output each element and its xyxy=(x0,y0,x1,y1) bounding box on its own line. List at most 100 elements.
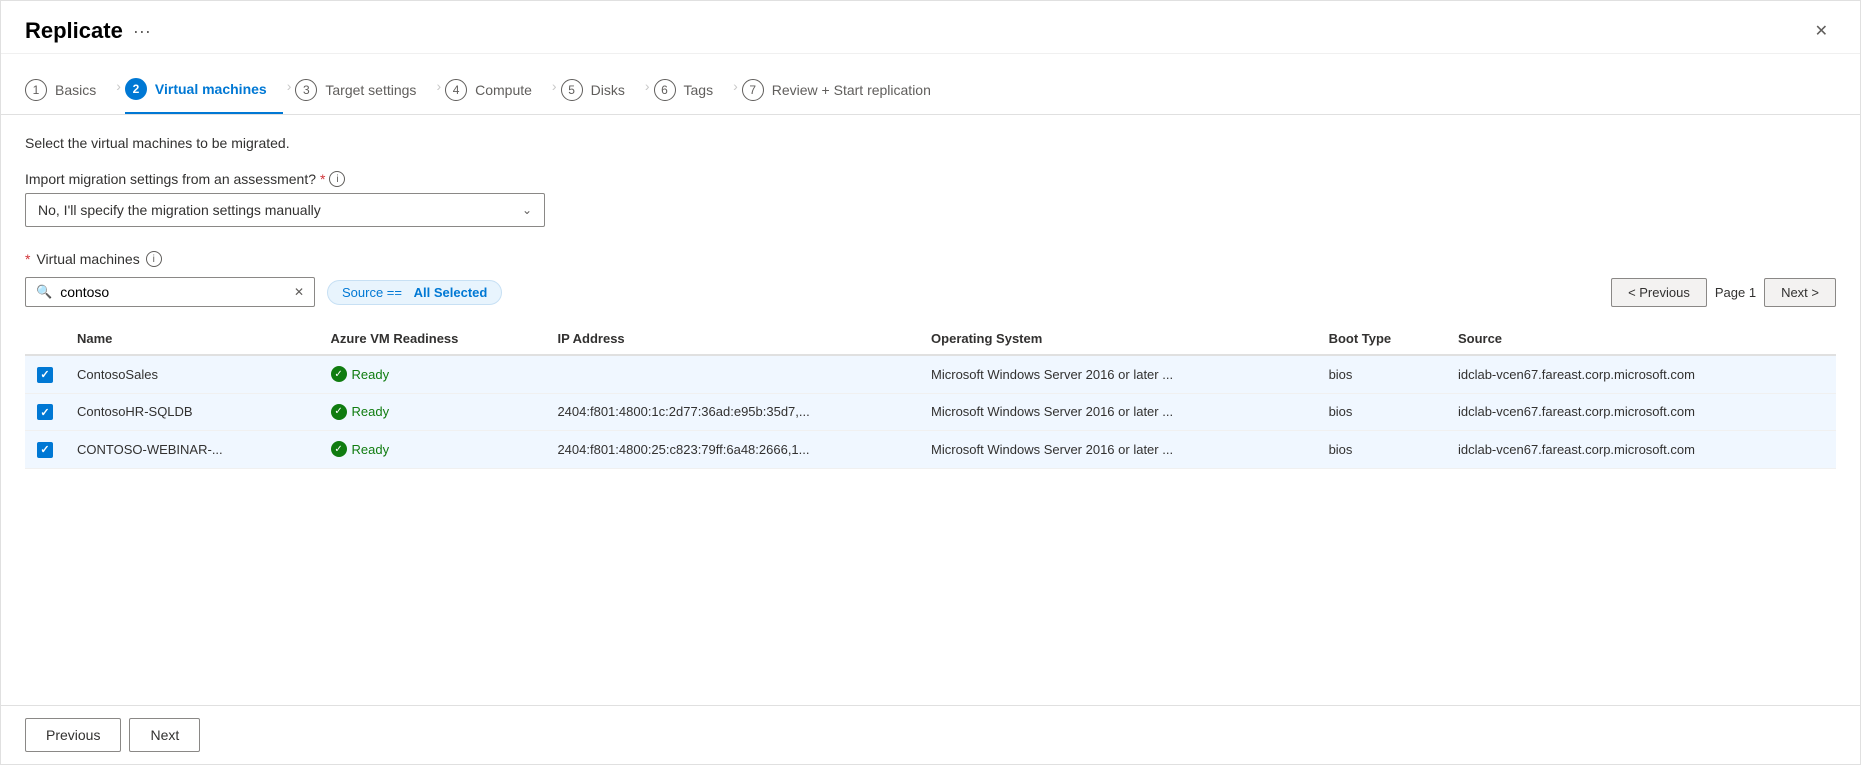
vm-checkbox[interactable] xyxy=(37,442,53,458)
search-clear-icon[interactable]: ✕ xyxy=(294,285,304,299)
step-sep-4: › xyxy=(552,78,557,106)
step-label-vm: Virtual machines xyxy=(155,81,267,97)
previous-page-button[interactable]: < Previous xyxy=(1611,278,1707,307)
row-ip: 2404:f801:4800:25:c823:79ff:6a48:2666,1.… xyxy=(545,431,919,469)
step-label-tags: Tags xyxy=(684,82,714,98)
page-subtitle: Select the virtual machines to be migrat… xyxy=(25,135,1836,151)
row-ip xyxy=(545,355,919,393)
row-name: ContosoHR-SQLDB xyxy=(65,393,319,431)
row-source: idclab-vcen67.fareast.corp.microsoft.com xyxy=(1446,393,1836,431)
table-col-name: Name xyxy=(65,323,319,355)
table-col-ip: IP Address xyxy=(545,323,919,355)
row-boot-type: bios xyxy=(1317,431,1446,469)
table-body: ContosoSales ✓ Ready Microsoft Windows S… xyxy=(25,355,1836,468)
filter-value: All Selected xyxy=(414,285,488,300)
table-header: Name Azure VM Readiness IP Address Opera… xyxy=(25,323,1836,355)
assessment-required-star: * xyxy=(320,171,325,187)
filter-prefix: Source == xyxy=(342,285,402,300)
more-options-icon[interactable]: ··· xyxy=(133,21,151,42)
source-filter-badge[interactable]: Source == All Selected xyxy=(327,280,502,305)
vm-section-title: Virtual machines xyxy=(36,251,139,267)
step-label-disks: Disks xyxy=(591,82,625,98)
footer: Previous Next xyxy=(1,705,1860,764)
vm-checkbox[interactable] xyxy=(37,404,53,420)
row-os: Microsoft Windows Server 2016 or later .… xyxy=(919,393,1317,431)
step-virtual-machines[interactable]: 2 Virtual machines xyxy=(125,70,283,114)
ready-icon: ✓ xyxy=(331,441,347,457)
step-circle-7: 7 xyxy=(742,79,764,101)
row-readiness: ✓ Ready xyxy=(319,355,546,393)
row-checkbox-cell[interactable] xyxy=(25,355,65,393)
table-col-readiness: Azure VM Readiness xyxy=(319,323,546,355)
page-title: Replicate xyxy=(25,18,123,44)
assessment-label-text: Import migration settings from an assess… xyxy=(25,171,316,187)
assessment-dropdown[interactable]: No, I'll specify the migration settings … xyxy=(25,193,545,227)
search-input[interactable] xyxy=(60,284,286,300)
close-button[interactable]: ✕ xyxy=(1807,17,1836,45)
assessment-dropdown-value: No, I'll specify the migration settings … xyxy=(38,202,321,218)
step-label-basics: Basics xyxy=(55,82,96,98)
step-circle-4: 4 xyxy=(445,79,467,101)
step-circle-2: 2 xyxy=(125,78,147,100)
step-circle-5: 5 xyxy=(561,79,583,101)
ready-icon: ✓ xyxy=(331,366,347,382)
pagination-section: < Previous Page 1 Next > xyxy=(1611,278,1836,307)
step-sep-3: › xyxy=(436,78,441,106)
ready-icon: ✓ xyxy=(331,404,347,420)
vm-section-label-row: * Virtual machines i xyxy=(25,251,1836,267)
vm-table: Name Azure VM Readiness IP Address Opera… xyxy=(25,323,1836,469)
step-disks[interactable]: 5 Disks xyxy=(561,71,641,113)
vm-required-star: * xyxy=(25,251,30,267)
vm-checkbox[interactable] xyxy=(37,367,53,383)
step-review[interactable]: 7 Review + Start replication xyxy=(742,71,947,113)
table-header-checkbox xyxy=(25,323,65,355)
step-compute[interactable]: 4 Compute xyxy=(445,71,548,113)
step-target-settings[interactable]: 3 Target settings xyxy=(295,71,432,113)
row-readiness: ✓ Ready xyxy=(319,431,546,469)
row-boot-type: bios xyxy=(1317,355,1446,393)
row-os: Microsoft Windows Server 2016 or later .… xyxy=(919,355,1317,393)
table-row[interactable]: ContosoHR-SQLDB ✓ Ready 2404:f801:4800:1… xyxy=(25,393,1836,431)
assessment-info-icon[interactable]: i xyxy=(329,171,345,187)
table-row[interactable]: ContosoSales ✓ Ready Microsoft Windows S… xyxy=(25,355,1836,393)
next-button[interactable]: Next xyxy=(129,718,200,752)
vm-info-icon[interactable]: i xyxy=(146,251,162,267)
search-filter-row: 🔍 ✕ Source == All Selected < Previous Pa… xyxy=(25,277,1836,307)
step-circle-1: 1 xyxy=(25,79,47,101)
step-label-review: Review + Start replication xyxy=(772,82,931,98)
chevron-down-icon: ⌄ xyxy=(522,203,532,217)
row-readiness: ✓ Ready xyxy=(319,393,546,431)
step-label-compute: Compute xyxy=(475,82,532,98)
search-icon: 🔍 xyxy=(36,284,52,300)
assessment-field-label: Import migration settings from an assess… xyxy=(25,171,1836,187)
table-row[interactable]: CONTOSO-WEBINAR-... ✓ Ready 2404:f801:48… xyxy=(25,431,1836,469)
next-page-button[interactable]: Next > xyxy=(1764,278,1836,307)
row-name: ContosoSales xyxy=(65,355,319,393)
row-source: idclab-vcen67.fareast.corp.microsoft.com xyxy=(1446,355,1836,393)
step-sep-2: › xyxy=(287,78,292,106)
search-box[interactable]: 🔍 ✕ xyxy=(25,277,315,307)
step-label-target: Target settings xyxy=(325,82,416,98)
row-checkbox-cell[interactable] xyxy=(25,431,65,469)
step-sep-5: › xyxy=(645,78,650,106)
step-sep-1: › xyxy=(116,78,121,106)
row-source: idclab-vcen67.fareast.corp.microsoft.com xyxy=(1446,431,1836,469)
step-basics[interactable]: 1 Basics xyxy=(25,71,112,113)
table-col-os: Operating System xyxy=(919,323,1317,355)
readiness-text: Ready xyxy=(352,442,390,457)
readiness-text: Ready xyxy=(352,367,390,382)
step-circle-3: 3 xyxy=(295,79,317,101)
row-name: CONTOSO-WEBINAR-... xyxy=(65,431,319,469)
step-sep-6: › xyxy=(733,78,738,106)
row-boot-type: bios xyxy=(1317,393,1446,431)
readiness-text: Ready xyxy=(352,404,390,419)
table-col-source: Source xyxy=(1446,323,1836,355)
row-ip: 2404:f801:4800:1c:2d77:36ad:e95b:35d7,..… xyxy=(545,393,919,431)
row-checkbox-cell[interactable] xyxy=(25,393,65,431)
step-tags[interactable]: 6 Tags xyxy=(654,71,730,113)
table-col-boot: Boot Type xyxy=(1317,323,1446,355)
step-circle-6: 6 xyxy=(654,79,676,101)
main-content: Select the virtual machines to be migrat… xyxy=(1,115,1860,705)
previous-button[interactable]: Previous xyxy=(25,718,121,752)
page-number-label: Page 1 xyxy=(1715,285,1756,300)
